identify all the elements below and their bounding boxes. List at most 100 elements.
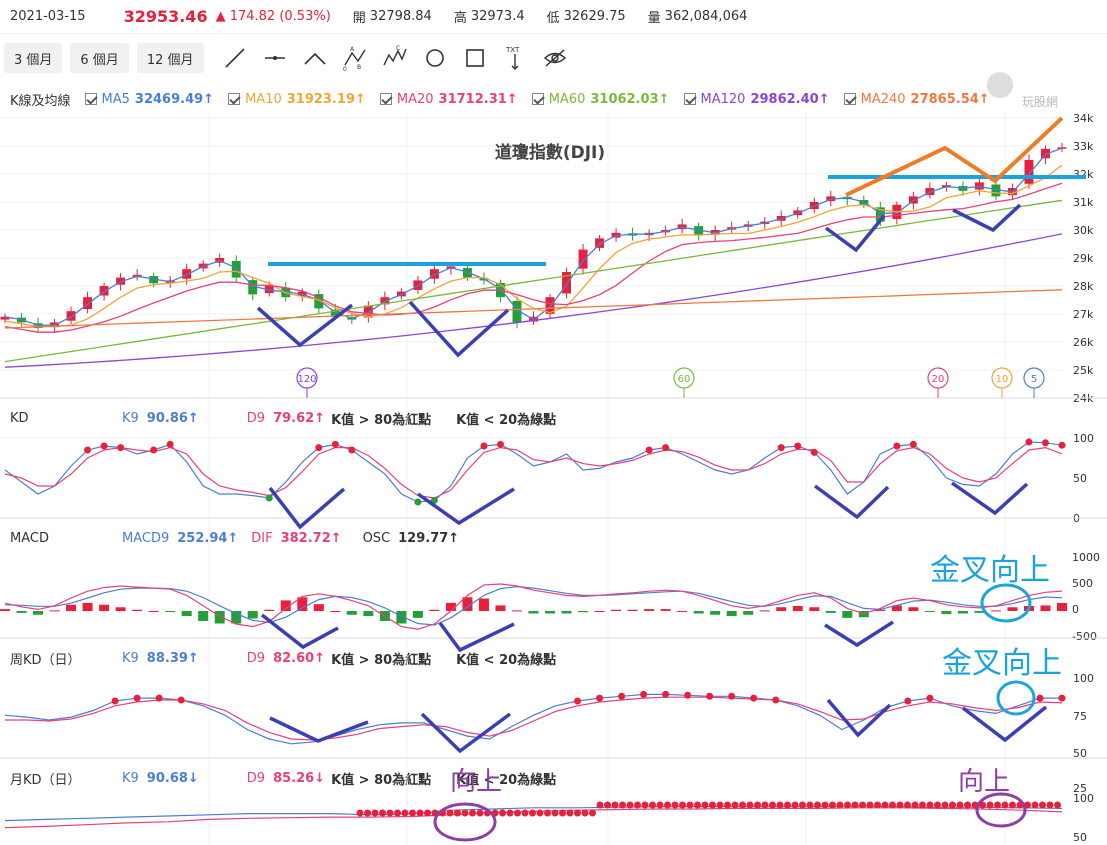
macd-y-tick: 500 [1072, 577, 1093, 590]
monthly-kd-y-tick: 100 [1073, 792, 1094, 805]
monthly-kd-overbought-dot [566, 809, 574, 817]
weekly-kd-overbought-dot [177, 696, 185, 704]
weekly-kd-overbought-dot [111, 697, 119, 705]
macd-v-mark-1 [438, 621, 515, 653]
monthly-kd-overbought-dot [829, 801, 836, 809]
weekly-kd-v-mark-2 [826, 698, 892, 738]
monthly-kd-overbought-dot [709, 801, 716, 809]
macd-osc-bar [49, 610, 60, 612]
monthly-kd-overbought-dot [776, 801, 784, 809]
monthly-kd-overbought-dot [1001, 801, 1009, 809]
weekly-kd-overbought-dot [133, 694, 141, 702]
chart-page: 2021-03-15 32953.46 ▲ 174.82 (0.53%) 開 3… [0, 0, 1107, 845]
monthly-kd-overbought-dot [574, 809, 581, 817]
monthly-kd-overbought-dot [394, 809, 401, 817]
macd-osc-bar [181, 611, 192, 616]
monthly-kd-overbought-dot [746, 801, 754, 809]
monthly-kd-overbought-dot [761, 801, 769, 809]
monthly-kd-overbought-dot [956, 801, 964, 809]
macd-osc-bar [1007, 607, 1018, 611]
monthly-kd-overbought-dot [994, 801, 1001, 809]
monthly-kd-overbought-dot [589, 809, 596, 817]
cross-marker-label: 5 [1031, 374, 1037, 385]
macd-dif-line [4, 583, 1063, 630]
monthly-kd-overbought-dot [934, 801, 941, 809]
macd-osc-bar [561, 611, 572, 614]
monthly-kd-overbought-dot [791, 801, 799, 809]
kd-overbought-dot [810, 448, 818, 456]
kd-overbought-dot [662, 444, 670, 452]
monthly-kd-overbought-dot [1054, 801, 1061, 809]
cross-marker-label: 20 [932, 374, 945, 385]
macd-v-mark-2 [824, 620, 894, 648]
macd-osc-bar [611, 609, 622, 611]
monthly-kd-overbought-dot [821, 801, 829, 809]
weekly-kd-overbought-dot [750, 694, 758, 702]
monthly-kd-overbought-dot [506, 809, 514, 817]
kd-overbought-dot [117, 444, 125, 452]
monthly-kd-overbought-dot [949, 801, 956, 809]
monthly-kd-overbought-dot [499, 809, 506, 817]
macd-osc-bar [82, 602, 93, 611]
monthly-kd-overbought-dot [1039, 801, 1046, 809]
macd-osc-bar [33, 611, 44, 615]
watermark-text: 玩股網 [1022, 95, 1058, 109]
price-y-tick: 30k [1073, 224, 1094, 237]
monthly-kd-overbought-dot [686, 801, 694, 809]
macd-osc-bar [594, 611, 605, 612]
weekly-kd-overbought-dot [618, 692, 626, 700]
macd-v-mark-0 [260, 613, 339, 650]
kd-oversold-dot [414, 498, 422, 506]
macd-osc-bar [330, 611, 341, 612]
macd-osc-bar [743, 611, 754, 615]
chart-canvas[interactable]: 34k33k32k31k30k29k28k27k26k25k24k道瓊指數(DJ… [0, 0, 1107, 845]
kd-overbought-dot [348, 446, 356, 454]
kd-overbought-dot [645, 446, 653, 454]
macd-osc-bar [165, 611, 176, 612]
cross-marker-label: 60 [678, 374, 691, 385]
weekly-kd-overbought-dot [706, 692, 714, 700]
macd-y-tick: -500 [1072, 630, 1097, 643]
macd-osc-bar [528, 611, 539, 614]
monthly-kd-overbought-dot [701, 801, 709, 809]
kd-overbought-dot [331, 440, 339, 448]
macd-osc-bar [132, 609, 143, 611]
monthly-kd-overbought-dot [716, 801, 724, 809]
monthly-kd-overbought-dot [671, 801, 679, 809]
monthly-kd-overbought-dot [424, 809, 431, 817]
monthly-kd-overbought-dot [469, 809, 476, 817]
macd-osc-bar [115, 607, 126, 611]
monthly-kd-overbought-dot [889, 801, 896, 809]
kd-overbought-dot [100, 442, 108, 450]
monthly-kd-overbought-dot [784, 801, 791, 809]
monthly-kd-overbought-dot [476, 809, 484, 817]
candle-body [182, 269, 192, 279]
monthly-kd-overbought-dot [611, 801, 619, 809]
macd-osc-bar [660, 609, 671, 611]
candle-body [413, 280, 423, 290]
weekly-kd-overbought-dot [596, 694, 604, 702]
macd-osc-bar [792, 606, 803, 611]
macd-osc-bar [1057, 602, 1067, 611]
kd-v-mark-0 [268, 486, 346, 530]
monthly-kd-overbought-dot [844, 801, 851, 809]
monthly-kd-overbought-dot [649, 801, 656, 809]
price-y-tick: 26k [1073, 336, 1094, 349]
monthly-kd-overbought-dot [964, 801, 971, 809]
kd-overbought-dot [777, 444, 785, 452]
monthly-kd-overbought-dot [634, 801, 641, 809]
price-y-tick: 31k [1073, 196, 1094, 209]
weekly-kd-overbought-dot [662, 690, 670, 698]
monthly-kd-overbought-dot [919, 801, 926, 809]
weekly-kd-d-line [5, 696, 1063, 741]
monthly-kd-overbought-dot [814, 801, 821, 809]
monthly-kd-y-tick: 50 [1073, 831, 1087, 844]
monthly-kd-overbought-dot [379, 809, 386, 817]
cross-marker-label: 120 [297, 374, 316, 385]
price-y-tick: 32k [1073, 168, 1094, 181]
kd-overbought-dot [480, 442, 488, 450]
monthly-kd-overbought-dot [581, 809, 589, 817]
monthly-kd-overbought-dot [656, 801, 664, 809]
monthly-kd-overbought-dot [881, 801, 889, 809]
monthly-kd-overbought-dot [911, 801, 919, 809]
